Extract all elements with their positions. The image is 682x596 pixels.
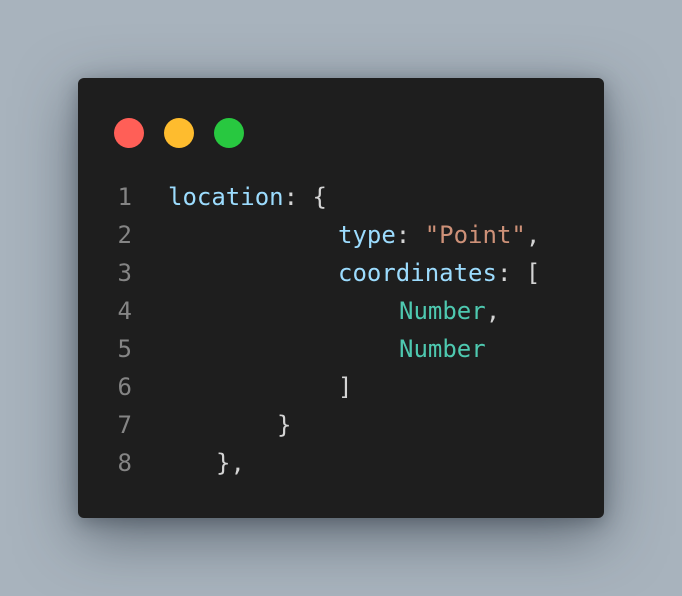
code-close-brace: } xyxy=(277,411,292,439)
code-key: location xyxy=(168,183,284,211)
line-number: 3 xyxy=(117,259,132,287)
code-close-brace: }, xyxy=(216,449,245,477)
code-line: 2 type: "Point", xyxy=(78,216,604,254)
code-open-brace: { xyxy=(312,183,327,211)
code-window: 1 location: { 2 type: "Point", 3 coordin… xyxy=(78,78,604,518)
code-comma: , xyxy=(485,297,501,325)
code-line: 4 Number, xyxy=(78,292,604,330)
line-number: 7 xyxy=(117,411,132,439)
line-number: 1 xyxy=(117,183,132,211)
code-type: Number xyxy=(399,297,486,325)
line-number: 5 xyxy=(117,335,132,363)
maximize-dot-icon[interactable] xyxy=(214,118,244,148)
line-number: 8 xyxy=(117,449,132,477)
close-dot-icon[interactable] xyxy=(114,118,144,148)
code-close-bracket: ] xyxy=(338,373,353,401)
code-line: 5 Number xyxy=(78,330,604,368)
line-number: 6 xyxy=(117,373,132,401)
window-controls xyxy=(114,118,244,148)
code-key: coordinates xyxy=(338,259,497,287)
code-colon: : xyxy=(395,221,425,249)
code-colon: : xyxy=(283,183,313,211)
code-line: 3 coordinates: [ xyxy=(78,254,604,292)
code-type: Number xyxy=(399,335,486,363)
code-block: 1 location: { 2 type: "Point", 3 coordin… xyxy=(78,178,604,482)
code-line: 8 }, xyxy=(78,444,604,482)
code-key: type xyxy=(338,221,396,249)
minimize-dot-icon[interactable] xyxy=(164,118,194,148)
code-colon: : xyxy=(496,259,526,287)
line-number: 4 xyxy=(117,297,132,325)
code-string: "Point" xyxy=(424,221,526,249)
code-line: 1 location: { xyxy=(78,178,604,216)
line-number: 2 xyxy=(117,221,132,249)
code-line: 6 ] xyxy=(78,368,604,406)
code-open-bracket: [ xyxy=(525,259,541,287)
code-line: 7 } xyxy=(78,406,604,444)
code-comma: , xyxy=(525,221,541,249)
